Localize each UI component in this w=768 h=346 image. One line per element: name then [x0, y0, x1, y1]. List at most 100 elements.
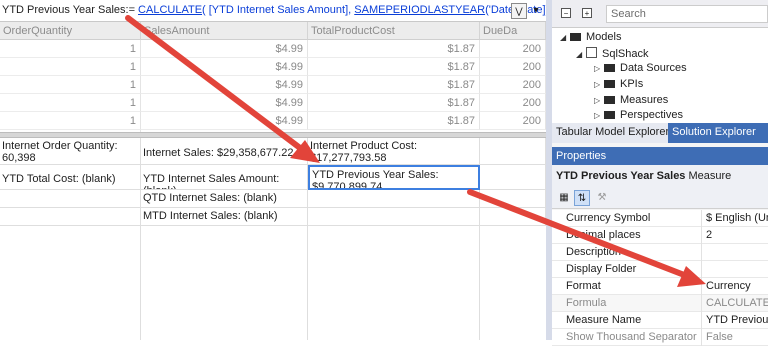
table-cell[interactable]: $4.99 [141, 40, 308, 58]
formula-function-sameperiodlastyear: SAMEPERIODLASTYEAR [354, 4, 486, 16]
tree-item-perspectives[interactable]: ▷ Perspectives [594, 109, 683, 121]
measure-cell-empty[interactable] [308, 208, 480, 226]
folder-icon [604, 96, 615, 104]
table-cell[interactable]: $1.87 [308, 94, 480, 112]
measure-label: YTD Previous Year Sales: [312, 169, 439, 181]
collapsed-arrow-icon[interactable]: ▷ [594, 80, 604, 89]
property-row-display-folder[interactable]: Display Folder [552, 261, 768, 278]
column-header-dueda[interactable]: DueDa [480, 22, 546, 40]
property-value[interactable]: YTD Previous [702, 312, 768, 329]
table-cell[interactable]: $1.87 [308, 76, 480, 94]
tree-item-kpis[interactable]: ▷ KPIs [594, 78, 643, 90]
object-type: Measure [688, 170, 732, 182]
tab-solution-explorer[interactable]: Solution Explorer [668, 123, 768, 143]
collapse-all-icon[interactable]: − [561, 8, 571, 18]
measure-label: Internet Product Cost: [310, 140, 417, 152]
table-cell[interactable]: $4.99 [141, 58, 308, 76]
table-cell[interactable]: $4.99 [141, 94, 308, 112]
categorized-icon[interactable]: ▦ [556, 190, 572, 206]
tree-item-data-sources[interactable]: ▷ Data Sources [594, 62, 687, 74]
folder-icon [570, 33, 581, 41]
table-cell[interactable]: 200 [480, 112, 546, 130]
tree-item-sqlshack[interactable]: ◢ SqlShack [576, 47, 648, 60]
table-cell[interactable]: 1 [0, 94, 141, 112]
alphabetical-sort-icon[interactable]: ⇅ [574, 190, 590, 206]
tree-item-measures[interactable]: ▷ Measures [594, 94, 668, 106]
property-row-description[interactable]: Description [552, 244, 768, 261]
property-row-decimal-places[interactable]: Decimal places 2 [552, 227, 768, 244]
table-cell[interactable]: $1.87 [308, 40, 480, 58]
table-cell[interactable]: $1.87 [308, 112, 480, 130]
property-name: Description [552, 244, 702, 261]
measure-cell-internet-product-cost[interactable]: Internet Product Cost: $17,277,793.58 [308, 138, 480, 165]
measure-cell-empty[interactable] [480, 190, 546, 208]
measure-cell-empty[interactable] [480, 138, 546, 165]
chevron-expand-icon[interactable]: ⋁ [511, 3, 527, 19]
wrench-icon[interactable]: ⚒ [594, 190, 610, 206]
column-header-salesamount[interactable]: SalesAmount [141, 22, 308, 40]
table-cell[interactable]: 200 [480, 76, 546, 94]
formula-bar[interactable]: YTD Previous Year Sales:= CALCULATE( [YT… [0, 0, 553, 22]
tree-item-label: Data Sources [620, 62, 687, 74]
property-value[interactable]: False [702, 329, 768, 346]
measure-grid: Internet Order Quantity: 60,398 Internet… [0, 138, 546, 340]
property-value[interactable] [702, 261, 768, 278]
property-name: Decimal places [552, 227, 702, 244]
property-row-format[interactable]: Format Currency [552, 278, 768, 295]
table-cell[interactable]: 1 [0, 40, 141, 58]
measure-cell-empty[interactable] [480, 165, 546, 190]
measure-cell-empty[interactable] [308, 226, 480, 340]
property-row-measure-name[interactable]: Measure Name YTD Previous [552, 312, 768, 329]
expand-all-icon[interactable]: + [582, 8, 592, 18]
collapsed-arrow-icon[interactable]: ▷ [594, 64, 604, 73]
collapsed-arrow-icon[interactable]: ▷ [594, 96, 604, 105]
tree-item-label: Models [586, 31, 622, 43]
measure-cell-internet-order-quantity[interactable]: Internet Order Quantity: 60,398 [0, 138, 141, 165]
table-cell[interactable]: 200 [480, 40, 546, 58]
expanded-arrow-icon[interactable]: ◢ [576, 50, 586, 59]
formula-function-calculate: CALCULATE [138, 4, 203, 16]
measure-cell-empty[interactable] [141, 226, 308, 340]
folder-icon [604, 111, 615, 119]
table-cell[interactable]: 200 [480, 58, 546, 76]
property-value[interactable]: $ English (Uni [702, 210, 768, 227]
property-row-currency-symbol[interactable]: Currency Symbol $ English (Uni [552, 210, 768, 227]
measure-cell-empty[interactable] [0, 226, 141, 340]
tree-item-models[interactable]: ◢ Models [560, 31, 621, 43]
tree-item-label: Measures [620, 94, 669, 106]
table-cell[interactable]: $1.87 [308, 58, 480, 76]
table-cell[interactable]: $4.99 [141, 76, 308, 94]
collapsed-arrow-icon[interactable]: ▷ [594, 111, 604, 120]
tab-tabular-model-explorer[interactable]: Tabular Model Explorer [552, 123, 669, 143]
property-value[interactable]: 2 [702, 227, 768, 244]
measure-cell-ytd-internet-sales-amount[interactable]: YTD Internet Sales Amount: (blank) [141, 165, 308, 190]
column-header-totalproductcost[interactable]: TotalProductCost [308, 22, 480, 40]
folder-icon [604, 64, 615, 72]
measure-cell-empty[interactable] [0, 208, 141, 226]
property-row-show-thousand-separator[interactable]: Show Thousand Separator False [552, 329, 768, 346]
table-cell[interactable]: 1 [0, 58, 141, 76]
properties-object-selector[interactable]: YTD Previous Year Sales Measure [552, 165, 768, 187]
table-cell[interactable]: 1 [0, 76, 141, 94]
measure-cell-mtd-internet-sales[interactable]: MTD Internet Sales: (blank) [141, 208, 308, 226]
table-cell[interactable]: 1 [0, 112, 141, 130]
measure-cell-empty[interactable] [480, 208, 546, 226]
measure-cell-qtd-internet-sales[interactable]: QTD Internet Sales: (blank) [141, 190, 308, 208]
formula-text[interactable]: YTD Previous Year Sales:= CALCULATE( [YT… [2, 4, 553, 16]
property-value[interactable]: Currency [702, 278, 768, 295]
table-cell[interactable]: 200 [480, 94, 546, 112]
column-header-orderquantity[interactable]: OrderQuantity [0, 22, 141, 40]
property-value[interactable] [702, 244, 768, 261]
more-icon[interactable]: ▾ [529, 3, 543, 19]
table-cell[interactable]: $4.99 [141, 112, 308, 130]
expanded-arrow-icon[interactable]: ◢ [560, 33, 570, 42]
measure-cell-internet-sales[interactable]: Internet Sales: $29,358,677.22 [141, 138, 308, 165]
property-value[interactable]: CALCULATE( [702, 295, 768, 312]
measure-cell-ytd-previous-year-sales[interactable]: YTD Previous Year Sales: $9,770,899.74 [308, 165, 480, 190]
measure-cell-empty[interactable] [0, 190, 141, 208]
search-input[interactable]: Search [606, 5, 768, 23]
right-panel: − + Search ◢ Models ◢ SqlShack ▷ Data Sourc… [552, 0, 768, 346]
measure-cell-ytd-total-cost[interactable]: YTD Total Cost: (blank) [0, 165, 141, 190]
measure-cell-empty[interactable] [308, 190, 480, 208]
property-row-formula[interactable]: Formula CALCULATE( [552, 295, 768, 312]
